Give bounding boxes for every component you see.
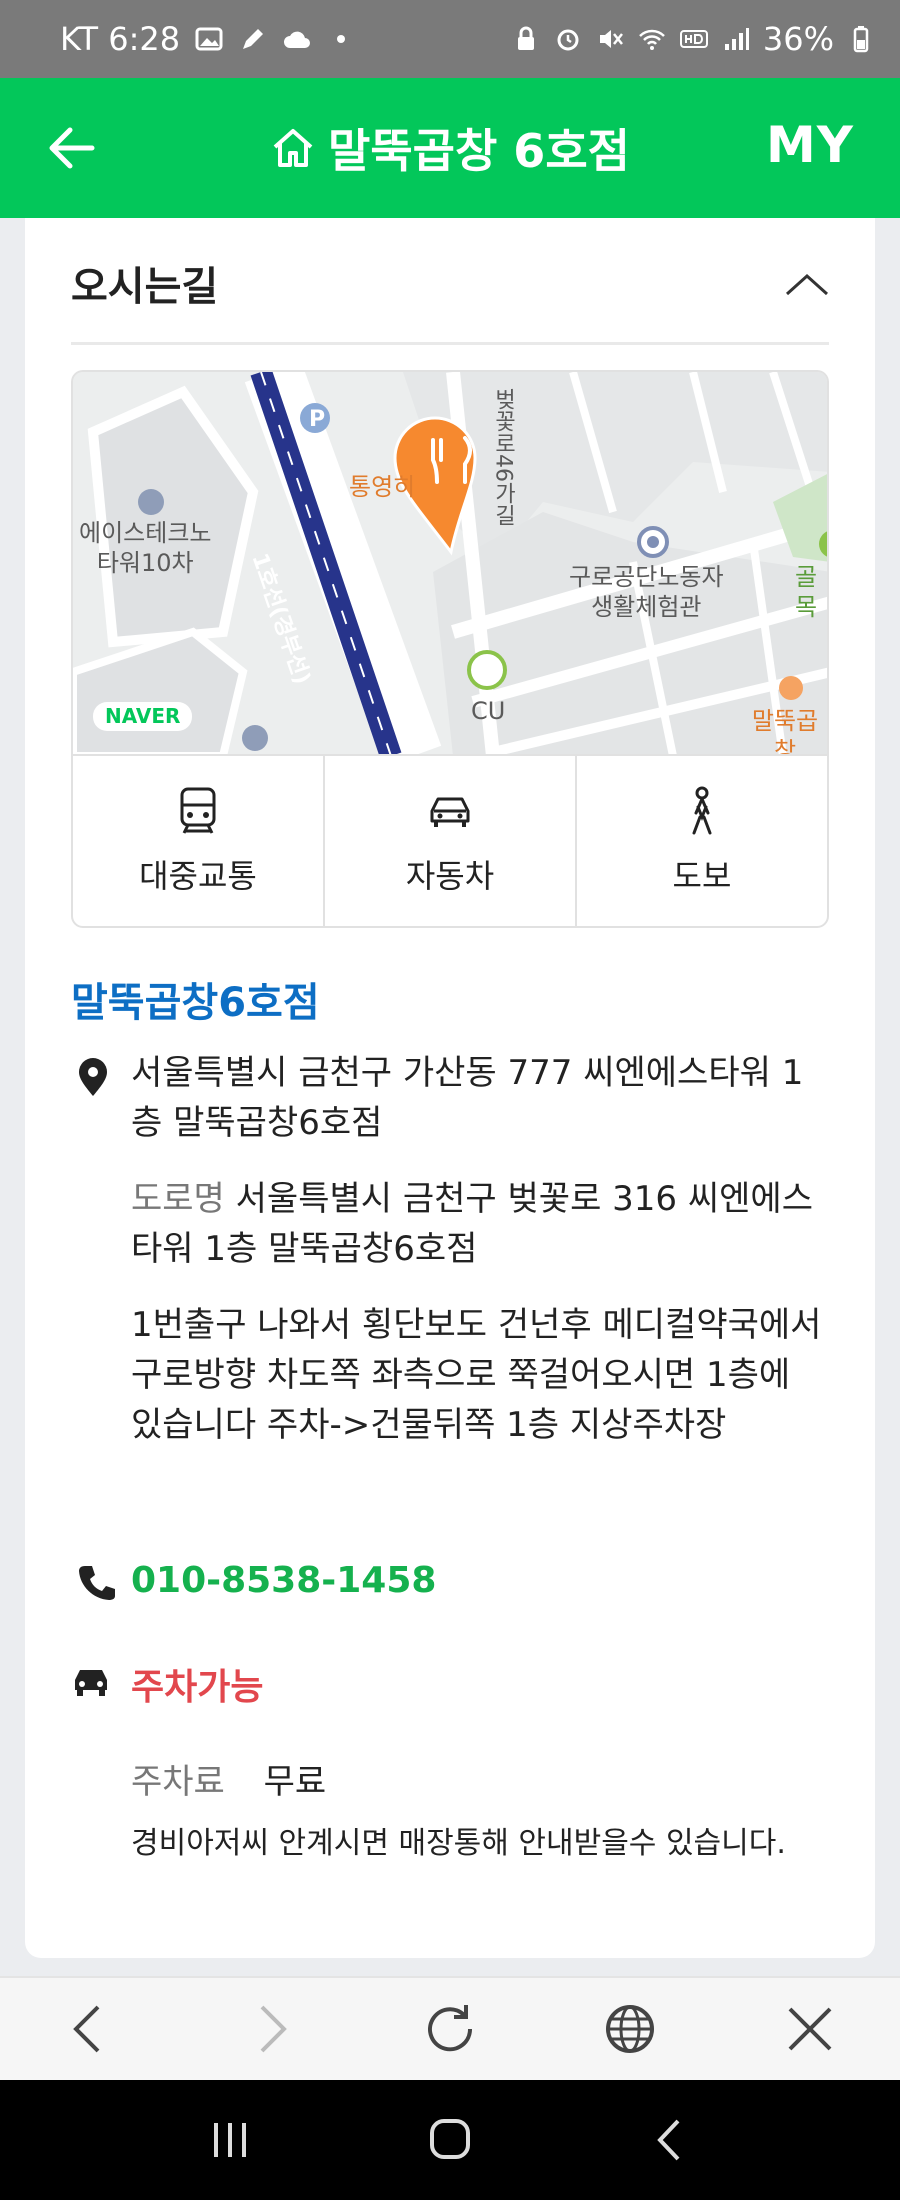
home-icon[interactable]: [270, 125, 316, 171]
directions-card: 오시는길 P 벚꽃로46가길 1호선(경부선) 통영히 에이스테크노 타워10차…: [25, 218, 875, 1958]
parking-note: 경비아저씨 안계시면 매장통해 안내받을수 있습니다.: [131, 1826, 786, 1861]
transport-walk[interactable]: 도보: [575, 756, 827, 926]
naver-logo: NAVER: [93, 702, 193, 731]
transport-car[interactable]: 자동차: [323, 756, 575, 926]
parking-fee: 주차료 무료: [131, 1754, 326, 1803]
gallery-icon: [195, 27, 223, 51]
parking-fee-label: 주차료: [131, 1762, 225, 1802]
divider: [71, 342, 829, 345]
lock-icon: [517, 26, 534, 50]
header-title-text: 말뚝곱창 6호점: [328, 124, 630, 178]
car-icon: [430, 797, 470, 827]
mute-icon: [599, 30, 623, 48]
directions-text: 1번출구 나와서 횡단보도 건넌후 메디컬약국에서 구로방향 차도쪽 좌측으로 …: [131, 1305, 822, 1445]
system-nav-bar: [0, 2080, 900, 2200]
signal-icon: [724, 28, 749, 50]
road-address-text: 서울특별시 금천구 벚꽃로 316 씨엔에스타워 1층 말뚝곱창6호점: [131, 1179, 813, 1269]
browser-toolbar: [0, 1976, 900, 2080]
map-label-hall: 구로공단노동자 생활체험관: [569, 563, 724, 621]
recent-apps-icon[interactable]: [200, 2115, 260, 2165]
back-nav-icon[interactable]: [640, 2115, 700, 2165]
transport-label: 자동차: [405, 857, 495, 895]
battery-icon: [853, 26, 869, 53]
home-nav-icon[interactable]: [420, 2115, 480, 2165]
alarm-icon: [557, 29, 579, 51]
phone-number[interactable]: 010-8538-1458: [131, 1560, 436, 1601]
transport-public[interactable]: 대중교통: [73, 756, 323, 926]
wifi-icon: [638, 29, 665, 50]
close-icon[interactable]: [780, 1999, 840, 2059]
phone-icon: [79, 1566, 115, 1600]
car-parking-icon: [75, 1670, 107, 1696]
transport-options: 대중교통 자동차 도보: [71, 754, 829, 928]
parking-status: 주차가능: [131, 1667, 264, 1708]
dot-icon: [337, 35, 346, 43]
page-title: 말뚝곱창 6호점: [0, 78, 900, 218]
map-view[interactable]: P 벚꽃로46가길 1호선(경부선) 통영히 에이스테크노 타워10차 구로공단…: [71, 370, 829, 754]
section-title: 오시는길: [71, 264, 219, 310]
refresh-icon[interactable]: [420, 1999, 480, 2059]
battery-percent: 36%: [762, 20, 834, 58]
bus-icon: [180, 787, 216, 834]
location-pin-icon: [79, 1058, 107, 1096]
road-address-label: 도로명: [131, 1179, 225, 1219]
transport-label: 도보: [672, 857, 732, 895]
parking-fee-value: 무료: [263, 1762, 327, 1802]
walk-icon: [692, 786, 712, 835]
address-text: 서울특별시 금천구 가산동 777 씨엔에스타워 1층 말뚝곱창6호점: [131, 1053, 804, 1143]
map-label-golmok: 골목: [794, 563, 818, 621]
globe-icon[interactable]: [600, 1999, 660, 2059]
browser-back-icon[interactable]: [60, 1999, 120, 2059]
hd-icon: [679, 30, 708, 48]
svg-text:P: P: [309, 407, 325, 432]
map-label-cu: CU: [471, 697, 506, 725]
chevron-up-icon[interactable]: [783, 270, 831, 298]
carrier-time: KT 6:28: [60, 20, 181, 58]
map-label-road: 벚꽃로46가길: [490, 388, 516, 526]
status-bar: KT 6:28 36%: [0, 0, 900, 78]
place-name: 말뚝곱창6호점: [71, 980, 320, 1026]
transport-label: 대중교통: [139, 857, 257, 895]
app-header: 말뚝곱창 6호점 MY: [0, 78, 900, 218]
browser-forward-icon[interactable]: [240, 1999, 300, 2059]
road-address: 도로명 서울특별시 금천구 벚꽃로 316 씨엔에스타워 1층 말뚝곱창6호점: [131, 1174, 829, 1274]
map-label-building: 에이스테크노 타워10차: [79, 519, 212, 577]
pen-icon: [243, 29, 264, 49]
my-button[interactable]: MY: [766, 116, 854, 174]
cloud-icon: [284, 31, 311, 48]
map-label-malttuk: 말뚝곱창: [751, 707, 819, 754]
map-label-tongyeong: 통영히: [349, 473, 416, 501]
